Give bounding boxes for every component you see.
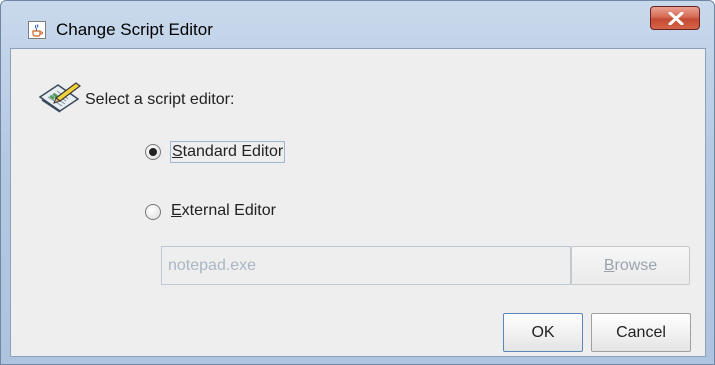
external-editor-path-input[interactable] (161, 246, 571, 285)
close-icon (668, 12, 684, 25)
browse-button[interactable]: Browse (571, 246, 690, 285)
radio-standard-editor-label[interactable]: Standard Editor (170, 141, 286, 163)
ok-button[interactable]: OK (503, 313, 583, 352)
java-cup-icon (28, 21, 46, 39)
script-edit-icon (38, 82, 81, 113)
radio-external-editor[interactable]: External Editor (145, 201, 325, 225)
dialog-content: Select a script editor: Standard Editor … (10, 48, 706, 357)
header-label: Select a script editor: (85, 91, 235, 108)
radio-external-editor-button[interactable] (145, 204, 161, 220)
title-bar[interactable]: Change Script Editor (1, 1, 714, 46)
radio-selected-dot (149, 148, 157, 156)
radio-standard-editor[interactable]: Standard Editor (145, 141, 325, 165)
window-title: Change Script Editor (56, 20, 213, 39)
dialog-window: Change Script Editor Select a script edi… (0, 0, 715, 365)
cancel-button[interactable]: Cancel (591, 313, 691, 352)
close-button[interactable] (650, 6, 700, 30)
radio-standard-editor-button[interactable] (145, 144, 161, 160)
radio-external-editor-label[interactable]: External Editor (170, 201, 277, 221)
